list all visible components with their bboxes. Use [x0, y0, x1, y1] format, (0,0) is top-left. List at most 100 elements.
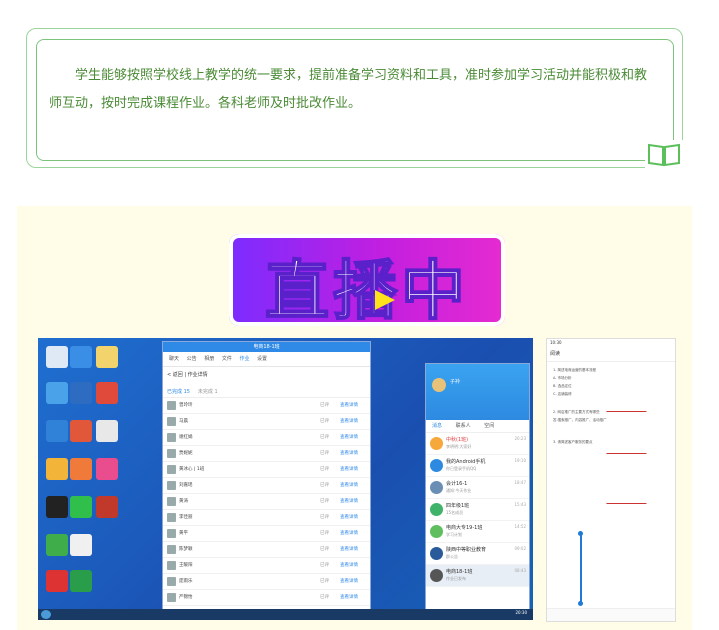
tab-completed[interactable]: 已完成 15: [167, 389, 190, 395]
status-badge: 已评: [320, 531, 329, 536]
network-icon[interactable]: [46, 382, 68, 404]
table-row[interactable]: 严锦怡 已评 查看详情: [163, 590, 370, 606]
list-item[interactable]: 电商18-1班 作业已发布 08:43: [426, 565, 529, 587]
chrome-icon[interactable]: [70, 534, 92, 556]
table-row[interactable]: 黄冰心 | 1班 已评 查看详情: [163, 462, 370, 478]
wechat-icon[interactable]: [70, 496, 92, 518]
list-item[interactable]: 陕西中等职业教育 群公告 09:02: [426, 543, 529, 565]
taskbar: 20:30: [38, 609, 533, 620]
scroll-handle[interactable]: [578, 601, 583, 606]
chat-name: 电商18-1班: [446, 569, 473, 575]
scroll-handle[interactable]: [578, 531, 583, 536]
view-detail-link[interactable]: 查看详情: [340, 450, 358, 456]
view-detail-link[interactable]: 查看详情: [340, 562, 358, 568]
app-icon[interactable]: [96, 420, 118, 442]
tab-messages[interactable]: 消息: [432, 423, 442, 429]
chat-time: 14:52: [514, 524, 526, 529]
table-row[interactable]: 马晨 已评 查看详情: [163, 414, 370, 430]
table-row[interactable]: 贾妮妮 已评 查看详情: [163, 446, 370, 462]
avatar[interactable]: [432, 378, 446, 392]
breadcrumb[interactable]: < 返回 | 作业详情: [163, 367, 370, 382]
app-icon[interactable]: [70, 382, 92, 404]
view-detail-link[interactable]: 查看详情: [340, 418, 358, 424]
tab-files[interactable]: 文件: [222, 356, 232, 362]
view-detail-link[interactable]: 查看详情: [340, 466, 358, 472]
student-name: 黄涛: [179, 499, 188, 504]
folder-icon[interactable]: [96, 346, 118, 368]
view-detail-link[interactable]: 查看详情: [340, 546, 358, 552]
tab-homework[interactable]: 作业: [239, 356, 249, 362]
view-detail-link[interactable]: 查看详情: [340, 402, 358, 408]
tab-chat[interactable]: 聊天: [169, 356, 179, 362]
avatar: [167, 513, 176, 522]
table-row[interactable]: 谢红娟 已评 查看详情: [163, 430, 370, 446]
app-icon[interactable]: [96, 458, 118, 480]
app-icon[interactable]: [46, 534, 68, 556]
app-icon[interactable]: [70, 458, 92, 480]
tab-space[interactable]: 空间: [484, 423, 494, 429]
chat-preview: 学习计划: [446, 532, 462, 537]
table-row[interactable]: 黄涛 已评 查看详情: [163, 494, 370, 510]
phone-toolbar[interactable]: 阅读: [547, 346, 675, 362]
app-icon[interactable]: [46, 570, 68, 592]
app-icon[interactable]: [96, 496, 118, 518]
view-detail-link[interactable]: 查看详情: [340, 594, 358, 600]
app-icon[interactable]: [46, 458, 68, 480]
list-item[interactable]: 会计16-1 通知:今天作业 18:47: [426, 477, 529, 499]
tab-contacts[interactable]: 联系人: [456, 423, 471, 429]
chat-time: 15:43: [514, 502, 526, 507]
chat-time: 20:23: [514, 436, 526, 441]
window-tabs: 聊天 公告 相册 文件 作业 设置: [163, 352, 370, 367]
table-row[interactable]: 庞雨乐 已评 查看详情: [163, 574, 370, 590]
tab-uncompleted[interactable]: 未完成 1: [198, 389, 218, 395]
app-icon[interactable]: [70, 420, 92, 442]
tab-album[interactable]: 相册: [204, 356, 214, 362]
computer-icon[interactable]: [46, 346, 68, 368]
chat-preview: 群公告: [446, 554, 458, 559]
app-icon[interactable]: [70, 570, 92, 592]
table-row[interactable]: 陈梦颖 已评 查看详情: [163, 542, 370, 558]
clock: 20:30: [515, 610, 527, 615]
table-row[interactable]: 曾玲玲 已评 查看详情: [163, 398, 370, 414]
qq-icon[interactable]: [46, 496, 68, 518]
scroll-track[interactable]: [580, 534, 582, 604]
table-row[interactable]: 刘嘉瑶 已评 查看详情: [163, 478, 370, 494]
chat-preview: 作业已发布: [446, 576, 466, 581]
app-icon[interactable]: [96, 382, 118, 404]
view-detail-link[interactable]: 查看详情: [340, 434, 358, 440]
list-item[interactable]: 中秋(1班) 李明明:大家好 20:23: [426, 433, 529, 455]
phone-screenshot: 10:30 阅读 1. 简述电商运营的基本流程 A. 市场分析 B. 选品定位 …: [546, 338, 676, 622]
avatar: [167, 545, 176, 554]
chat-preview: 李明明:大家好: [446, 444, 472, 449]
table-row[interactable]: 黄平 已评 查看详情: [163, 526, 370, 542]
avatar: [167, 497, 176, 506]
table-row[interactable]: 李佳丽 已评 查看详情: [163, 510, 370, 526]
avatar: [430, 481, 443, 494]
view-detail-link[interactable]: 查看详情: [340, 498, 358, 504]
list-item[interactable]: 电商大专19-1班 学习计划 14:52: [426, 521, 529, 543]
list-item[interactable]: 我的Android手机 你已登录手机QQ 19:10: [426, 455, 529, 477]
view-detail-link[interactable]: 查看详情: [340, 530, 358, 536]
view-detail-link[interactable]: 查看详情: [340, 514, 358, 520]
class-group-window: 电商18-1班 聊天 公告 相册 文件 作业 设置 < 返回 | 作业详情 已完…: [162, 341, 371, 611]
avatar: [167, 561, 176, 570]
chat-name: 陕西中等职业教育: [446, 547, 487, 553]
play-icon: [375, 290, 395, 310]
student-name: 黄冰心 | 1班: [179, 467, 205, 472]
tab-notice[interactable]: 公告: [187, 356, 197, 362]
app-icon[interactable]: [70, 346, 92, 368]
browser-icon[interactable]: [46, 420, 68, 442]
avatar: [167, 433, 176, 442]
table-row[interactable]: 王暖阳 已评 查看详情: [163, 558, 370, 574]
chat-preview: 你已登录手机QQ: [446, 466, 477, 471]
homework-subtabs: 已完成 15 未完成 1: [163, 382, 370, 398]
tab-settings[interactable]: 设置: [257, 356, 267, 362]
avatar: [167, 529, 176, 538]
list-item[interactable]: 四年级1班 15名成员 15:43: [426, 499, 529, 521]
qq-header: 子衿: [426, 364, 529, 420]
start-icon[interactable]: [41, 610, 51, 619]
avatar: [430, 525, 443, 538]
homework-line: B. 选品定位: [553, 384, 572, 388]
view-detail-link[interactable]: 查看详情: [340, 578, 358, 584]
view-detail-link[interactable]: 查看详情: [340, 482, 358, 488]
